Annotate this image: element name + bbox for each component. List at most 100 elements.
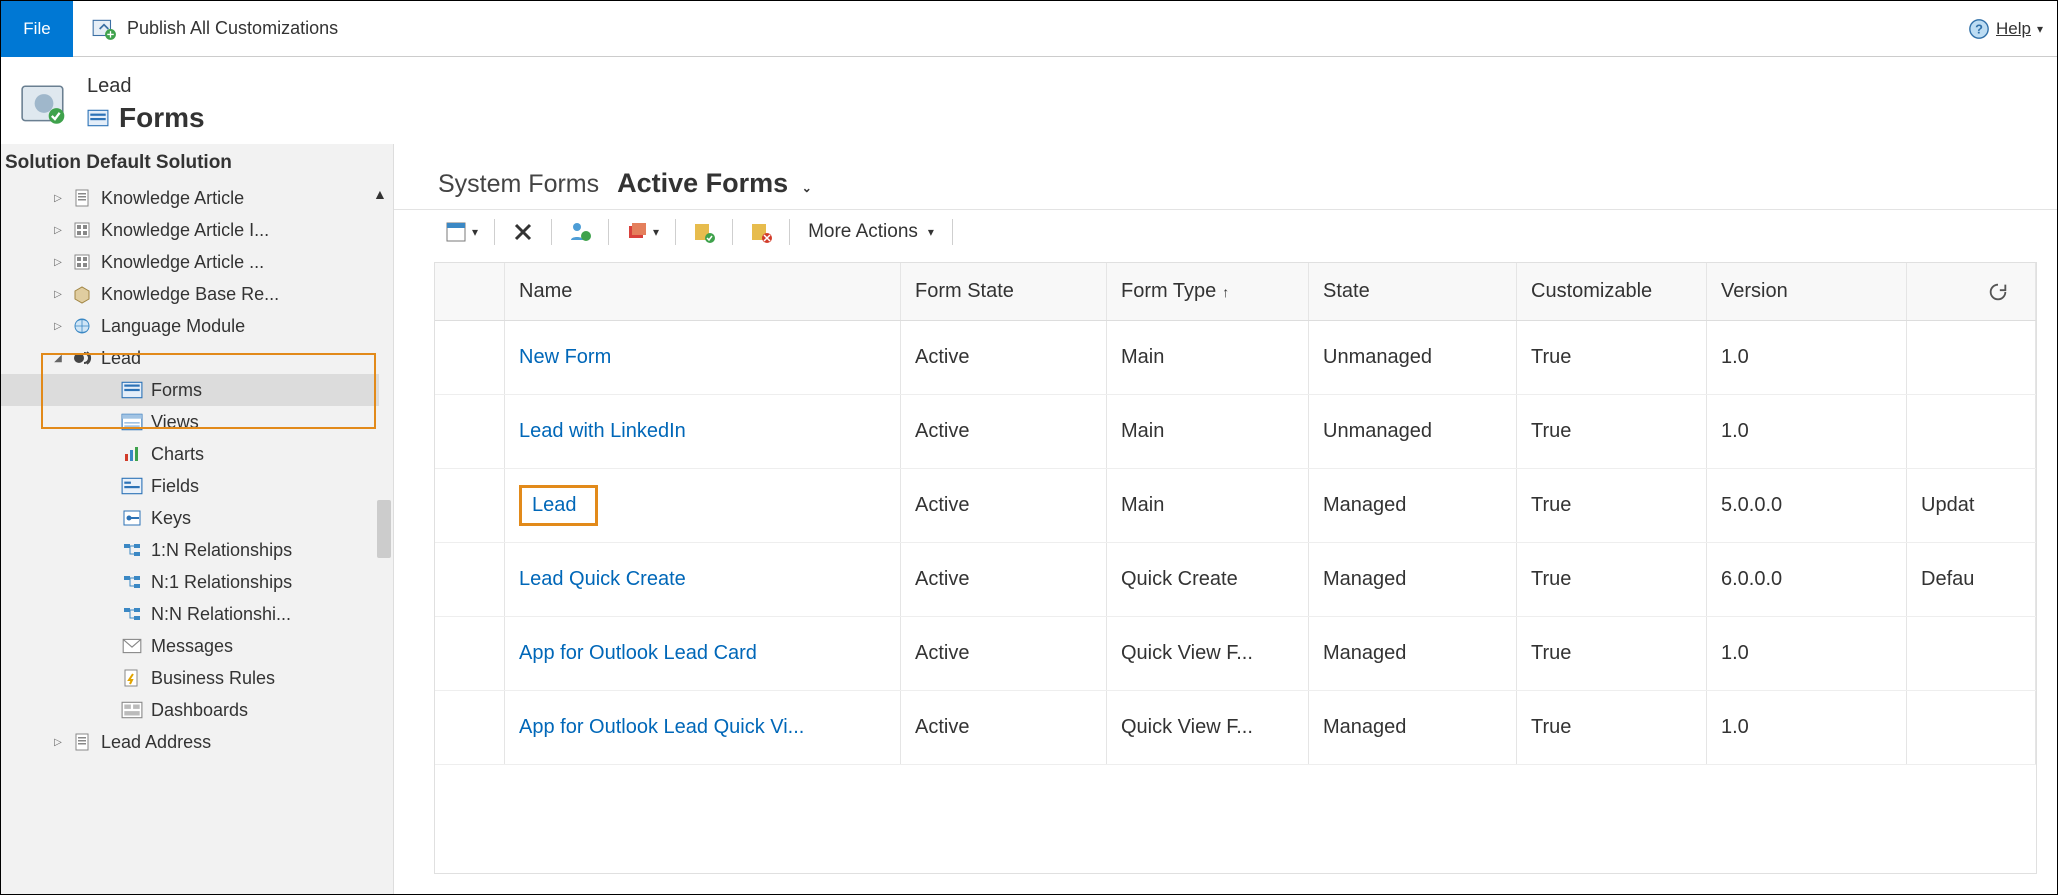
col-header-customizable[interactable]: Customizable <box>1517 263 1707 320</box>
row-name-link[interactable]: App for Outlook Lead Quick Vi... <box>505 691 901 764</box>
expander-icon[interactable]: ▷ <box>53 257 63 268</box>
tree-item-business-rules[interactable]: Business Rules <box>1 662 379 694</box>
tree-item-messages[interactable]: Messages <box>1 630 379 662</box>
row-check-cell[interactable] <box>435 543 505 616</box>
refresh-icon[interactable] <box>1987 281 2009 303</box>
row-state: Managed <box>1309 543 1517 616</box>
tree-item-charts[interactable]: Charts <box>1 438 379 470</box>
deactivate-button[interactable] <box>739 216 783 248</box>
tree-item-lead-address[interactable]: ▷ Lead Address <box>1 726 379 758</box>
col-header-desc[interactable] <box>1907 263 2036 320</box>
row-check-cell[interactable] <box>435 395 505 468</box>
lead-icon <box>71 348 93 368</box>
tree-item-1-n-relationships[interactable]: 1:N Relationships <box>1 534 379 566</box>
row-name-link[interactable]: New Form <box>505 321 901 394</box>
main-area: Solution Default Solution ▲ ▷Knowledge A… <box>1 144 2057 894</box>
expander-icon[interactable]: ▷ <box>53 289 63 300</box>
expander-icon[interactable]: ▷ <box>53 193 63 204</box>
doc-grid-icon <box>71 220 93 240</box>
row-state: Unmanaged <box>1309 395 1517 468</box>
scroll-up-icon[interactable]: ▲ <box>373 186 387 200</box>
expander-icon[interactable]: ▷ <box>53 225 63 236</box>
table-row[interactable]: App for Outlook Lead CardActiveQuick Vie… <box>435 617 2036 691</box>
tree-item-label: N:1 Relationships <box>151 572 292 593</box>
row-check-cell[interactable] <box>435 617 505 690</box>
page-title-row: Forms <box>87 102 205 134</box>
tree-item-label: Knowledge Article I... <box>101 220 269 241</box>
view-selector[interactable]: Active Forms ⌄ <box>617 168 812 199</box>
row-version: 5.0.0.0 <box>1707 469 1907 542</box>
row-form-type: Main <box>1107 321 1309 394</box>
col-header-name[interactable]: Name <box>505 263 901 320</box>
sidebar: Solution Default Solution ▲ ▷Knowledge A… <box>1 144 394 894</box>
new-record-button[interactable]: ▾ <box>434 216 488 248</box>
expander-icon[interactable]: ▷ <box>53 321 63 332</box>
help-button[interactable]: ? Help ▾ <box>1968 18 2043 40</box>
enable-security-roles-button[interactable] <box>558 216 602 248</box>
dash-icon <box>121 700 143 720</box>
entity-icon <box>19 80 69 130</box>
table-row[interactable]: Lead Quick CreateActiveQuick CreateManag… <box>435 543 2036 617</box>
svg-text:?: ? <box>1975 21 1983 36</box>
tree-item-label: 1:N Relationships <box>151 540 292 561</box>
more-actions-button[interactable]: More Actions ▾ <box>796 217 946 247</box>
row-description <box>1907 691 2036 764</box>
row-name-link[interactable]: Lead Quick Create <box>505 543 901 616</box>
col-header-check[interactable] <box>435 263 505 320</box>
tree-item-knowledge-article-[interactable]: ▷ Knowledge Article ... <box>1 246 379 278</box>
row-form-state: Active <box>901 691 1107 764</box>
file-menu-button[interactable]: File <box>1 1 73 57</box>
chevron-down-icon: ▾ <box>472 225 478 239</box>
activate-button[interactable] <box>682 216 726 248</box>
row-check-cell[interactable] <box>435 321 505 394</box>
table-row[interactable]: Lead with LinkedInActiveMainUnmanagedTru… <box>435 395 2036 469</box>
table-row[interactable]: New FormActiveMainUnmanagedTrue1.0 <box>435 321 2036 395</box>
toolbar-separator <box>494 219 495 245</box>
tree-item-n-n-relationshi-[interactable]: N:N Relationshi... <box>1 598 379 630</box>
tree-item-n-1-relationships[interactable]: N:1 Relationships <box>1 566 379 598</box>
activate-icon <box>692 220 716 244</box>
tree-item-views[interactable]: Views <box>1 406 379 438</box>
row-name-link[interactable]: Lead with LinkedIn <box>505 395 901 468</box>
tree-item-label: Lead Address <box>101 732 211 753</box>
tree-item-forms[interactable]: Forms <box>1 374 379 406</box>
delete-icon <box>511 220 535 244</box>
scrollbar-thumb[interactable] <box>377 500 391 558</box>
row-state: Unmanaged <box>1309 321 1517 394</box>
tree-item-language-module[interactable]: ▷Language Module <box>1 310 379 342</box>
row-name-link[interactable]: Lead <box>505 469 901 542</box>
col-header-form-state[interactable]: Form State <box>901 263 1107 320</box>
brule-icon <box>121 668 143 688</box>
tree-item-keys[interactable]: Keys <box>1 502 379 534</box>
col-header-form-type[interactable]: Form Type ↑ <box>1107 263 1309 320</box>
row-name-link[interactable]: App for Outlook Lead Card <box>505 617 901 690</box>
expander-icon[interactable]: ◢ <box>53 353 63 364</box>
tree-item-knowledge-article-i-[interactable]: ▷ Knowledge Article I... <box>1 214 379 246</box>
lang-icon <box>71 316 93 336</box>
tree-item-lead[interactable]: ◢Lead <box>1 342 379 374</box>
tree-item-knowledge-article[interactable]: ▷Knowledge Article <box>1 182 379 214</box>
view-icon <box>121 412 143 432</box>
form-icon <box>121 380 143 400</box>
table-row[interactable]: App for Outlook Lead Quick Vi...ActiveQu… <box>435 691 2036 765</box>
tree-item-label: Knowledge Article ... <box>101 252 264 273</box>
tree-item-dashboards[interactable]: Dashboards <box>1 694 379 726</box>
row-version: 6.0.0.0 <box>1707 543 1907 616</box>
solution-header: Solution Default Solution <box>1 144 393 182</box>
tree-item-fields[interactable]: Fields <box>1 470 379 502</box>
row-customizable: True <box>1517 691 1707 764</box>
row-check-cell[interactable] <box>435 469 505 542</box>
box-icon <box>71 284 93 304</box>
row-customizable: True <box>1517 617 1707 690</box>
tree-item-knowledge-base-re-[interactable]: ▷Knowledge Base Re... <box>1 278 379 310</box>
delete-button[interactable] <box>501 216 545 248</box>
form-order-button[interactable]: ▾ <box>615 216 669 248</box>
expander-icon[interactable]: ▷ <box>53 737 63 748</box>
col-header-state[interactable]: State <box>1309 263 1517 320</box>
row-form-state: Active <box>901 543 1107 616</box>
publish-all-customizations-button[interactable]: Publish All Customizations <box>73 16 356 42</box>
row-check-cell[interactable] <box>435 691 505 764</box>
col-header-version[interactable]: Version <box>1707 263 1907 320</box>
row-version: 1.0 <box>1707 321 1907 394</box>
table-row[interactable]: LeadActiveMainManagedTrue5.0.0.0Updat <box>435 469 2036 543</box>
